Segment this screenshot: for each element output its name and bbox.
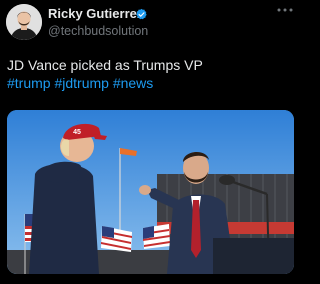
avatar-image [6,4,42,40]
hat-text: 45 [73,129,81,136]
hashtag-row: #trump #jdtrump #news [7,74,295,92]
author-handle[interactable]: @techbudsolution [48,24,148,38]
tweet-body: JD Vance picked as Trumps VP [7,57,203,73]
tweet-card: Ricky Gutierrez @techbudsolution JD Vanc… [0,0,300,284]
tweet-text: JD Vance picked as Trumps VP #trump #jdt… [7,56,295,92]
more-options-icon[interactable] [276,5,294,15]
verified-badge-icon [136,8,147,20]
avatar[interactable] [6,4,42,40]
rally-photo: 45 [7,110,294,274]
tweet-media-photo[interactable]: 45 [7,110,294,274]
hashtag-news[interactable]: #news [113,75,153,91]
hashtag-jdtrump[interactable]: #jdtrump [54,75,108,91]
hashtag-trump[interactable]: #trump [7,75,51,91]
author-name[interactable]: Ricky Gutierrez [48,6,143,21]
